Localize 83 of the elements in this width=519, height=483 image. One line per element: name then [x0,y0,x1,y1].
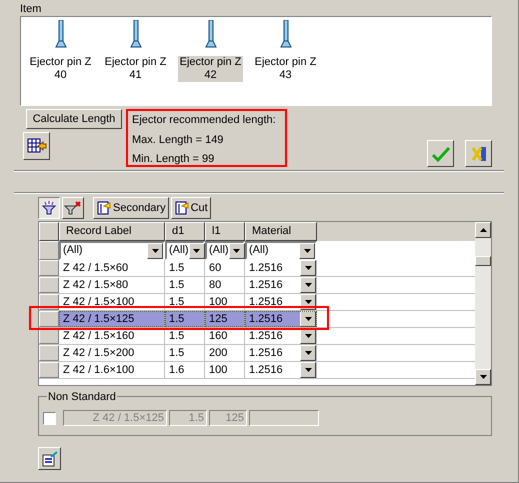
filter-dropdown[interactable]: (All) [245,241,317,260]
filter-dropdown[interactable]: (All) [165,241,205,260]
filter-remove-icon [64,201,82,215]
item-label: Ejector pin Z 43 [254,56,318,82]
row-header[interactable] [39,345,59,361]
filter-dropdown[interactable]: (All) [59,241,165,260]
scrollbar-thumb[interactable] [475,256,491,266]
table-cell: 1.2516 [245,328,317,344]
table-cell: 1.5 [165,311,205,327]
caret-icon[interactable] [188,242,205,258]
item-tile[interactable]: Ejector pin Z 40 [27,20,94,82]
checkbox[interactable] [43,412,56,424]
table-cell: 160 [205,328,245,344]
caret-icon[interactable] [300,260,316,276]
table-cell: Z 42 / 1.5×100 [59,294,165,310]
row-header[interactable] [39,260,59,276]
table-cell: Z 42 / 1.5×125 [59,311,165,327]
table-cell: Z 42 / 1.5×60 [59,260,165,276]
table-cell: 1.2516 [245,362,317,378]
table-cell: 1.5 [165,328,205,344]
table-cell: 1.6 [165,362,205,378]
group-label: Item [20,2,42,16]
column-header[interactable]: Material [245,222,317,241]
cross-icon [470,144,488,162]
table-cell: 60 [205,260,245,276]
down-arrow-icon [480,375,486,379]
table-cell: 100 [205,362,245,378]
column-header[interactable]: Record Label [59,222,165,241]
cancel-button[interactable] [465,140,492,167]
caret-icon[interactable] [300,277,316,293]
table-cell: 125 [205,311,245,327]
row-header[interactable] [39,277,59,293]
caret-icon[interactable] [300,345,316,361]
table-cell: 1.5 [165,294,205,310]
caret-icon[interactable] [228,242,245,258]
table-cell: 1.2516 [245,260,317,276]
filter-dropdown[interactable]: (All) [205,241,245,260]
clear-filter-button[interactable] [62,197,84,219]
list-edit-icon [42,450,58,466]
filter-toggle-button[interactable] [38,197,60,219]
item-label: Ejector pin Z 41 [104,56,168,82]
item-tile[interactable]: Ejector pin Z 41 [102,20,169,82]
table-cell: Z 42 / 1.5×80 [59,277,165,293]
table-cell: 1.2516 [245,345,317,361]
caret-icon[interactable] [147,242,163,258]
table-cell: 100 [205,294,245,310]
secondary-button[interactable]: Secondary [93,197,169,219]
column-header[interactable]: d1 [165,222,205,241]
max-length-text: Max. Length = 149 [132,132,224,148]
caret-icon[interactable] [300,311,316,327]
min-length-text: Min. Length = 99 [132,152,216,167]
table-cell: Z 42 / 1.5×200 [59,345,165,361]
item-label: Ejector pin Z 40 [28,56,92,82]
table-cell: 1.2516 [245,277,317,293]
table-cell: Z 42 / 1.6×100 [59,362,165,378]
column-header[interactable]: l1 [205,222,245,241]
scrollbar[interactable] [475,222,491,385]
filter-icon [41,201,57,215]
table-cell: 1.5 [165,345,205,361]
table-cell: 1.2516 [245,311,317,327]
checkmark-icon [432,146,450,162]
table-cell: 1.5 [165,260,205,276]
row-header[interactable] [39,362,59,378]
properties-button[interactable] [38,447,61,470]
item-label: Ejector pin Z 42 [178,56,244,82]
calculate-length-button[interactable]: Calculate Length [26,109,122,129]
ok-button[interactable] [427,140,454,167]
table-cell: 200 [205,345,245,361]
recommendation-title: Ejector recommended length: [132,113,277,128]
caret-icon[interactable] [300,362,316,378]
row-header[interactable] [39,311,59,327]
table-cell: Z 42 / 1.5×160 [59,328,165,344]
up-arrow-icon [480,228,486,232]
table-arrow-icon [26,138,46,154]
cut-button[interactable]: Cut [170,197,211,219]
item-tile[interactable]: Ejector pin Z 42 [177,20,244,82]
table-cell: 1.5 [165,277,205,293]
caret-icon[interactable] [299,242,315,258]
input-field[interactable] [249,410,319,426]
item-tile[interactable]: Ejector pin Z 43 [252,20,319,82]
table-import-button[interactable] [23,132,50,160]
table-cell: 1.2516 [245,294,317,310]
table-cell: 80 [205,277,245,293]
